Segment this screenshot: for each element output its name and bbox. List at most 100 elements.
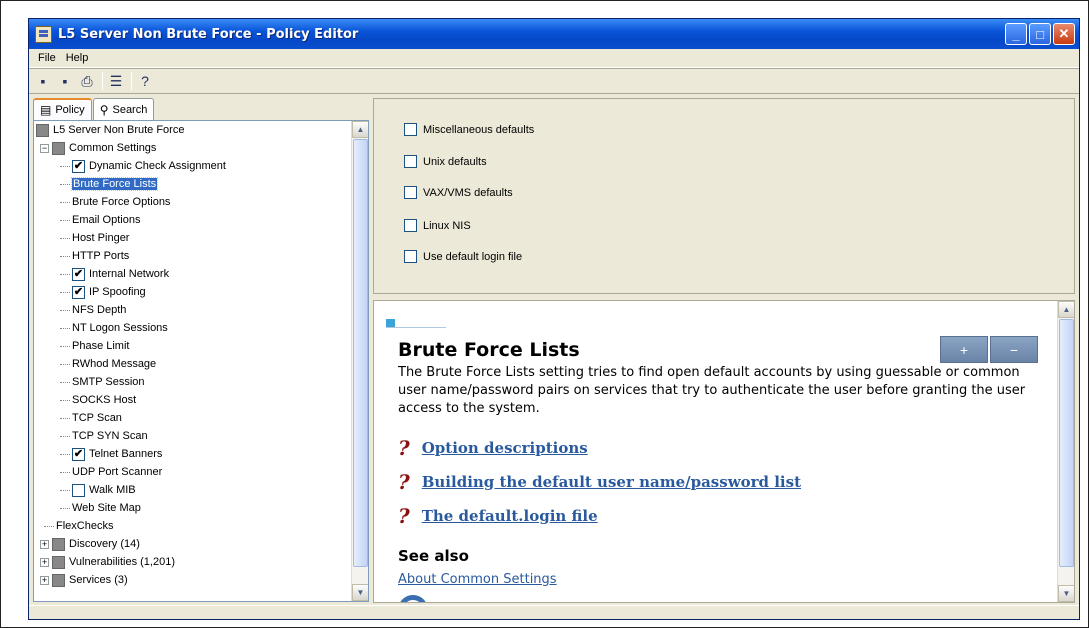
tree-item[interactable]: HTTP Ports bbox=[34, 247, 346, 265]
tree-item-flexchecks[interactable]: FlexChecks bbox=[34, 517, 346, 535]
minimize-button[interactable]: _ bbox=[1005, 23, 1027, 45]
tree-item[interactable]: Walk MIB bbox=[34, 481, 346, 499]
close-icon: ✕ bbox=[1058, 26, 1070, 41]
tree-item-label: TCP SYN Scan bbox=[72, 430, 148, 442]
option-checkbox[interactable] bbox=[404, 219, 417, 232]
tree-item-checkbox[interactable] bbox=[72, 447, 85, 461]
tree-item[interactable]: Host Pinger bbox=[34, 229, 346, 247]
option-checkbox[interactable] bbox=[404, 186, 417, 199]
option-row[interactable]: Linux NIS bbox=[404, 219, 471, 232]
tree-item-checkbox[interactable] bbox=[72, 267, 85, 281]
tree-root[interactable]: L5 Server Non Brute Force bbox=[34, 121, 346, 139]
maximize-button[interactable]: □ bbox=[1029, 23, 1051, 45]
tree-root-checkbox[interactable] bbox=[36, 123, 49, 137]
tree-item-label: SOCKS Host bbox=[72, 394, 137, 406]
tree-item-label: Brute Force Lists bbox=[70, 177, 159, 191]
tree-item[interactable]: Phase Limit bbox=[34, 337, 346, 355]
tree-item-vulnerabilities[interactable]: + Vulnerabilities (1,201) bbox=[34, 553, 346, 571]
scroll-thumb[interactable] bbox=[353, 139, 368, 567]
tree-item[interactable]: Dynamic Check Assignment bbox=[34, 157, 346, 175]
tree-item[interactable]: NFS Depth bbox=[34, 301, 346, 319]
tree-item-checkbox[interactable] bbox=[72, 159, 85, 173]
collapse-all-button[interactable]: − bbox=[990, 336, 1038, 363]
about-common-settings-link[interactable]: About Common Settings bbox=[398, 572, 557, 587]
scroll-down-button[interactable]: ▼ bbox=[352, 584, 368, 601]
print-icon[interactable]: ⎙ bbox=[77, 71, 97, 91]
toolbar-separator bbox=[102, 72, 103, 90]
default-login-file-link[interactable]: The default.login file bbox=[422, 507, 598, 525]
tab-policy-label: Policy bbox=[55, 104, 85, 116]
tree-item[interactable]: SMTP Session bbox=[34, 373, 346, 391]
tree-item-label: IP Spoofing bbox=[89, 286, 146, 298]
tree-item-common-settings[interactable]: − Common Settings bbox=[34, 139, 346, 157]
common-settings-checkbox[interactable] bbox=[52, 141, 65, 155]
option-checkbox[interactable] bbox=[404, 250, 417, 263]
tree-item-label: RWhod Message bbox=[72, 358, 157, 370]
close-button[interactable]: ✕ bbox=[1053, 23, 1075, 45]
help-scrollbar[interactable]: ▲ ▼ bbox=[1057, 301, 1074, 602]
option-label: Linux NIS bbox=[423, 219, 471, 232]
help-body: The Brute Force Lists setting tries to f… bbox=[398, 365, 1026, 416]
app-icon bbox=[35, 25, 52, 43]
help-divider bbox=[386, 327, 446, 328]
save-as-icon[interactable]: ▪ bbox=[55, 71, 75, 91]
help-graphic bbox=[398, 595, 428, 602]
default-list-link[interactable]: Building the default user name/password … bbox=[422, 473, 801, 491]
tab-search[interactable]: ⚲ Search bbox=[92, 98, 155, 120]
help-link-row[interactable]: ? The default.login file bbox=[398, 504, 598, 528]
save-icon[interactable]: ▪ bbox=[33, 71, 53, 91]
collapse-icon[interactable]: − bbox=[40, 143, 49, 153]
tree-item-label: Telnet Banners bbox=[89, 448, 163, 460]
tree-item[interactable]: TCP SYN Scan bbox=[34, 427, 346, 445]
tree-item-discovery[interactable]: + Discovery (14) bbox=[34, 535, 346, 553]
option-row[interactable]: Miscellaneous defaults bbox=[404, 123, 534, 136]
tree-item-services[interactable]: + Services (3) bbox=[34, 571, 346, 589]
vulnerabilities-checkbox[interactable] bbox=[52, 555, 65, 569]
option-row[interactable]: VAX/VMS defaults bbox=[404, 186, 513, 199]
tree-item-checkbox[interactable] bbox=[72, 285, 85, 299]
tree-item[interactable]: Brute Force Lists bbox=[34, 175, 346, 193]
menu-help[interactable]: Help bbox=[61, 52, 94, 64]
tree-item[interactable]: NT Logon Sessions bbox=[34, 319, 346, 337]
option-label: Miscellaneous defaults bbox=[423, 123, 535, 136]
option-checkbox[interactable] bbox=[404, 155, 417, 168]
scroll-up-button[interactable]: ▲ bbox=[1058, 301, 1074, 318]
services-checkbox[interactable] bbox=[52, 573, 65, 587]
tab-policy[interactable]: ▤ Policy bbox=[33, 98, 92, 120]
tree-item-label: TCP Scan bbox=[72, 412, 122, 424]
expand-icon[interactable]: + bbox=[40, 539, 49, 549]
status-bar bbox=[29, 605, 1079, 619]
tree-item[interactable]: RWhod Message bbox=[34, 355, 346, 373]
tree-item-label: Email Options bbox=[72, 214, 141, 226]
tree-item[interactable]: UDP Port Scanner bbox=[34, 463, 346, 481]
tree-item[interactable]: Email Options bbox=[34, 211, 346, 229]
discovery-checkbox[interactable] bbox=[52, 537, 65, 551]
tree-item[interactable]: Telnet Banners bbox=[34, 445, 346, 463]
scroll-thumb[interactable] bbox=[1059, 319, 1074, 567]
menu-file[interactable]: File bbox=[33, 52, 61, 64]
expand-all-button[interactable]: + bbox=[940, 336, 988, 363]
scroll-down-button[interactable]: ▼ bbox=[1058, 585, 1074, 602]
tree-scrollbar[interactable]: ▲ ▼ bbox=[351, 121, 368, 601]
window-title: L5 Server Non Brute Force - Policy Edito… bbox=[58, 26, 359, 42]
option-checkbox[interactable] bbox=[404, 123, 417, 136]
tree-item-label: Walk MIB bbox=[89, 484, 136, 496]
tree-item-checkbox[interactable] bbox=[72, 483, 85, 497]
option-descriptions-link[interactable]: Option descriptions bbox=[422, 439, 588, 457]
tree-item[interactable]: SOCKS Host bbox=[34, 391, 346, 409]
expand-icon[interactable]: + bbox=[40, 575, 49, 585]
tree-item[interactable]: IP Spoofing bbox=[34, 283, 346, 301]
option-row[interactable]: Unix defaults bbox=[404, 155, 487, 168]
help-icon[interactable]: ? bbox=[135, 71, 155, 91]
tree-item[interactable]: Brute Force Options bbox=[34, 193, 346, 211]
title-bar[interactable]: L5 Server Non Brute Force - Policy Edito… bbox=[29, 19, 1079, 49]
scroll-up-button[interactable]: ▲ bbox=[352, 121, 368, 138]
option-row[interactable]: Use default login file bbox=[404, 250, 522, 263]
tree-icon[interactable]: ☰ bbox=[106, 71, 126, 91]
help-link-row[interactable]: ? Option descriptions bbox=[398, 436, 588, 460]
expand-icon[interactable]: + bbox=[40, 557, 49, 567]
tree-item[interactable]: Web Site Map bbox=[34, 499, 346, 517]
tree-item[interactable]: Internal Network bbox=[34, 265, 346, 283]
tree-item[interactable]: TCP Scan bbox=[34, 409, 346, 427]
help-link-row[interactable]: ? Building the default user name/passwor… bbox=[398, 470, 801, 494]
